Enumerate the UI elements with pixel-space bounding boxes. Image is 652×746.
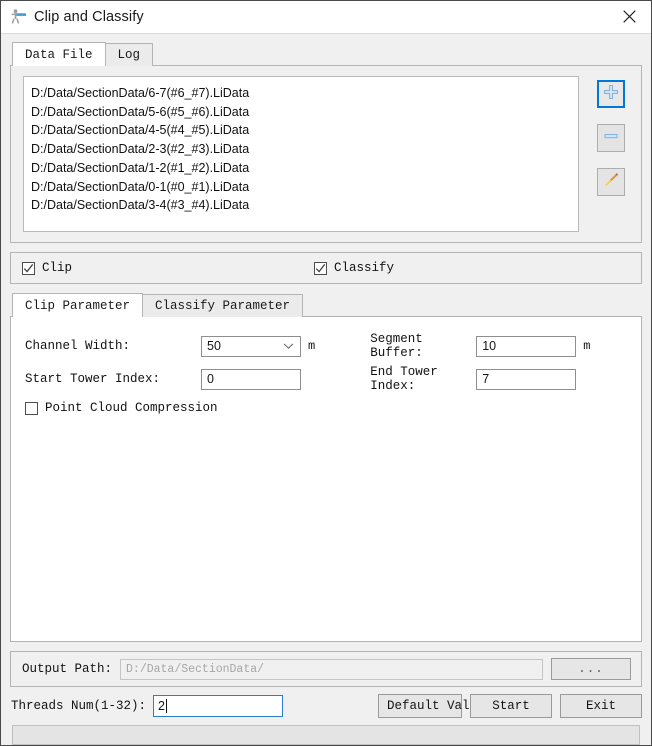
checkmark-icon xyxy=(314,261,327,275)
clip-checkbox[interactable]: Clip xyxy=(22,261,314,275)
list-item[interactable]: D:/Data/SectionData/6-7(#6_#7).LiData xyxy=(31,84,572,103)
file-list[interactable]: D:/Data/SectionData/6-7(#6_#7).LiData D:… xyxy=(23,76,579,232)
channel-width-label: Channel Width: xyxy=(25,339,131,353)
add-file-button[interactable] xyxy=(597,80,625,108)
parameter-section: Clip Parameter Classify Parameter Channe… xyxy=(10,293,642,642)
enable-panel: Clip Classify xyxy=(10,252,642,284)
clear-files-button[interactable] xyxy=(597,168,625,196)
tab-data-file[interactable]: Data File xyxy=(12,42,106,66)
checkmark-icon xyxy=(22,261,35,275)
channel-width-unit: m xyxy=(308,339,316,353)
data-file-panel: D:/Data/SectionData/6-7(#6_#7).LiData D:… xyxy=(10,65,642,243)
text-caret xyxy=(165,699,167,713)
segment-buffer-unit: m xyxy=(583,339,591,353)
tab-clip-parameter[interactable]: Clip Parameter xyxy=(12,293,144,317)
end-tower-index-label: End Tower Index: xyxy=(370,365,438,393)
list-item[interactable]: D:/Data/SectionData/0-1(#0_#1).LiData xyxy=(31,178,572,197)
start-tower-index-label: Start Tower Index: xyxy=(25,372,161,386)
point-cloud-compression-label: Point Cloud Compression xyxy=(45,401,218,415)
classify-checkbox[interactable]: Classify xyxy=(314,261,394,275)
start-tower-index-input[interactable]: 0 xyxy=(201,368,301,390)
segment-buffer-input[interactable]: 10 xyxy=(476,335,577,357)
tab-log[interactable]: Log xyxy=(104,43,154,66)
browse-output-button[interactable]: ... xyxy=(551,658,631,680)
footer-bar: Threads Num(1-32): 2 Default Value Start… xyxy=(1,687,651,745)
unit-spacer xyxy=(308,372,315,386)
clip-checkbox-label: Clip xyxy=(42,261,73,275)
list-item[interactable]: D:/Data/SectionData/4-5(#4_#5).LiData xyxy=(31,121,572,140)
threads-num-value: 2 xyxy=(158,699,165,713)
empty-checkbox-icon xyxy=(25,401,38,415)
window-title: Clip and Classify xyxy=(34,9,144,25)
remove-file-button[interactable] xyxy=(597,124,625,152)
classify-checkbox-label: Classify xyxy=(334,261,395,275)
point-cloud-compression-checkbox[interactable]: Point Cloud Compression xyxy=(11,401,641,415)
clip-and-classify-window: Clip and Classify Data File Log D:/Data/… xyxy=(0,0,652,746)
tab-classify-parameter[interactable]: Classify Parameter xyxy=(142,294,304,317)
main-tabstrip: Data File Log xyxy=(10,42,642,66)
parameter-tabstrip: Clip Parameter Classify Parameter xyxy=(10,293,642,317)
exit-button[interactable]: Exit xyxy=(560,694,642,718)
progress-bar xyxy=(12,725,640,745)
threads-num-label: Threads Num(1-32): xyxy=(11,699,147,713)
file-actions xyxy=(591,76,631,232)
window-content: Data File Log D:/Data/SectionData/6-7(#6… xyxy=(1,34,651,687)
channel-width-value: 50 xyxy=(207,338,221,353)
default-value-button[interactable]: Default Value xyxy=(378,694,485,718)
brush-icon xyxy=(603,171,620,193)
end-tower-index-input[interactable]: 7 xyxy=(476,368,577,390)
list-item[interactable]: D:/Data/SectionData/3-4(#3_#4).LiData xyxy=(31,196,572,215)
close-button[interactable] xyxy=(607,1,651,32)
list-item[interactable]: D:/Data/SectionData/1-2(#1_#2).LiData xyxy=(31,159,572,178)
output-path-label: Output Path: xyxy=(22,662,113,676)
segment-buffer-label: Segment Buffer: xyxy=(370,332,423,360)
list-item[interactable]: D:/Data/SectionData/2-3(#2_#3).LiData xyxy=(31,140,572,159)
start-button[interactable]: Start xyxy=(470,694,552,718)
footer-controls: Threads Num(1-32): 2 Default Value Start… xyxy=(10,691,642,721)
output-path-panel: Output Path: D:/Data/SectionData/ ... xyxy=(10,651,642,687)
threads-num-input[interactable]: 2 xyxy=(153,695,284,717)
chevron-down-icon xyxy=(283,337,294,356)
tower-index-row: Start Tower Index: 0 End Tower Index: 7 xyxy=(11,365,641,393)
titlebar: Clip and Classify xyxy=(1,1,651,34)
plus-icon xyxy=(603,84,619,105)
footer-button-group: Default Value Start Exit xyxy=(378,694,642,718)
channel-width-row: Channel Width: 50 m Segment Buffer: 10 m xyxy=(11,332,641,360)
app-figure-icon xyxy=(9,8,27,26)
channel-width-combobox[interactable]: 50 xyxy=(201,335,301,357)
clip-parameter-panel: Channel Width: 50 m Segment Buffer: 10 m xyxy=(10,316,642,642)
list-item[interactable]: D:/Data/SectionData/5-6(#5_#6).LiData xyxy=(31,103,572,122)
output-path-input[interactable]: D:/Data/SectionData/ xyxy=(120,658,543,680)
minus-icon xyxy=(603,128,619,149)
